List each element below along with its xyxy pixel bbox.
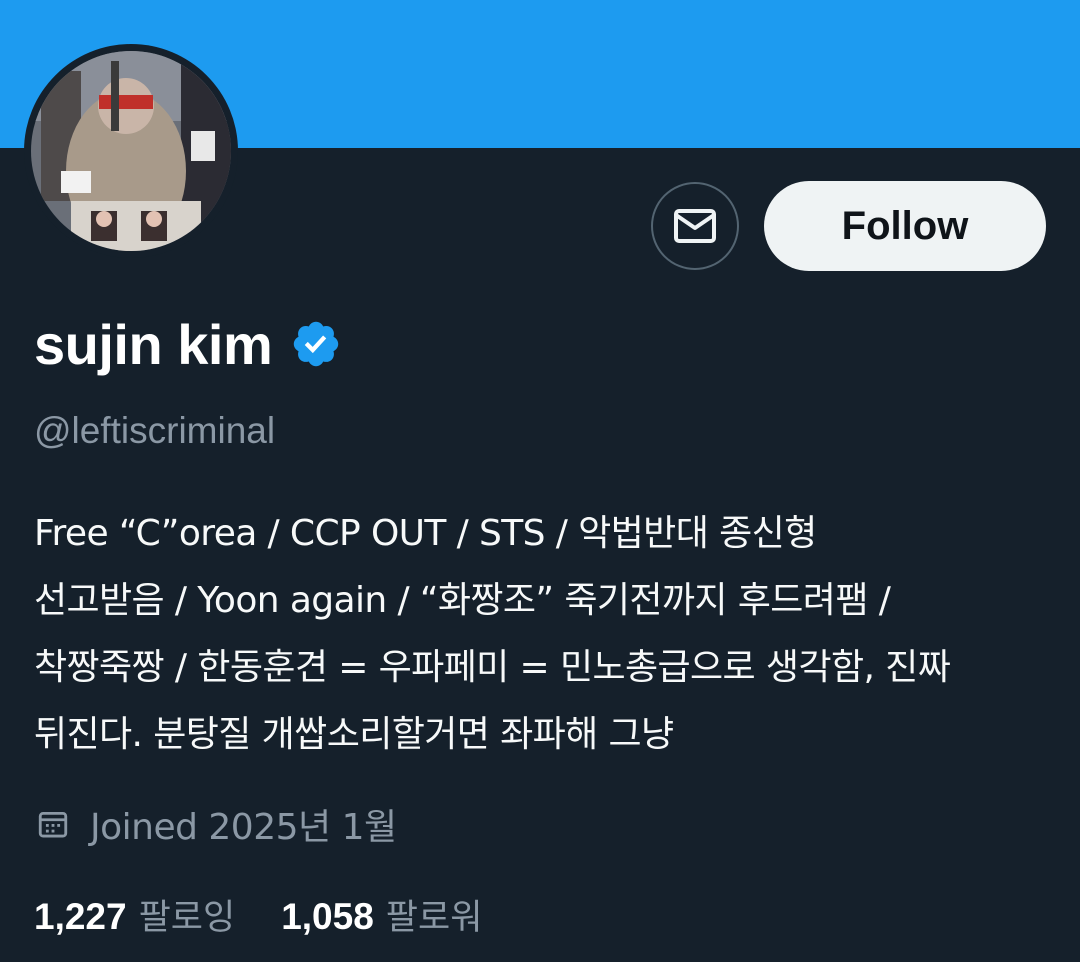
follow-button[interactable]: Follow [764,181,1046,271]
bio-line: 선고받음 / Yoon again / “화짱조” 죽기전까지 후드려팸 / [34,580,891,621]
message-button[interactable] [651,182,739,270]
envelope-icon [674,209,716,243]
profile-handle: @leftiscriminal [34,410,276,451]
calendar-icon [38,811,68,838]
following-link[interactable]: 1,227 팔로잉 [34,889,235,940]
following-label: 팔로잉 [138,897,236,938]
display-name: sujin kim [34,312,273,376]
following-count: 1,227 [34,895,127,937]
verified-badge-icon[interactable] [290,318,342,370]
bio-line: Free “C”orea / CCP OUT / STS / 악법반대 종신형 [34,513,817,554]
followers-count: 1,058 [281,895,374,937]
bio-line: 착짱죽짱 / 한동훈견 = 우파페미 = 민노총급으로 생각함, 진짜 [34,647,951,688]
follow-stats: 1,227 팔로잉 1,058 팔로워 [34,884,528,944]
name-row: sujin kim [34,308,342,380]
followers-label: 팔로워 [385,897,483,938]
joined-date: Joined 2025년 1월 [90,807,397,848]
follow-button-label: Follow [841,203,969,248]
avatar[interactable] [24,44,238,258]
avatar-image [31,51,231,251]
followers-link[interactable]: 1,058 팔로워 [281,889,482,940]
bio-line: 뒤진다. 분탕질 개쌉소리할거면 좌파해 그냥 [34,714,674,755]
profile-bio: Free “C”orea / CCP OUT / STS / 악법반대 종신형 … [34,500,1044,768]
joined-row: Joined 2025년 1월 [36,796,397,852]
